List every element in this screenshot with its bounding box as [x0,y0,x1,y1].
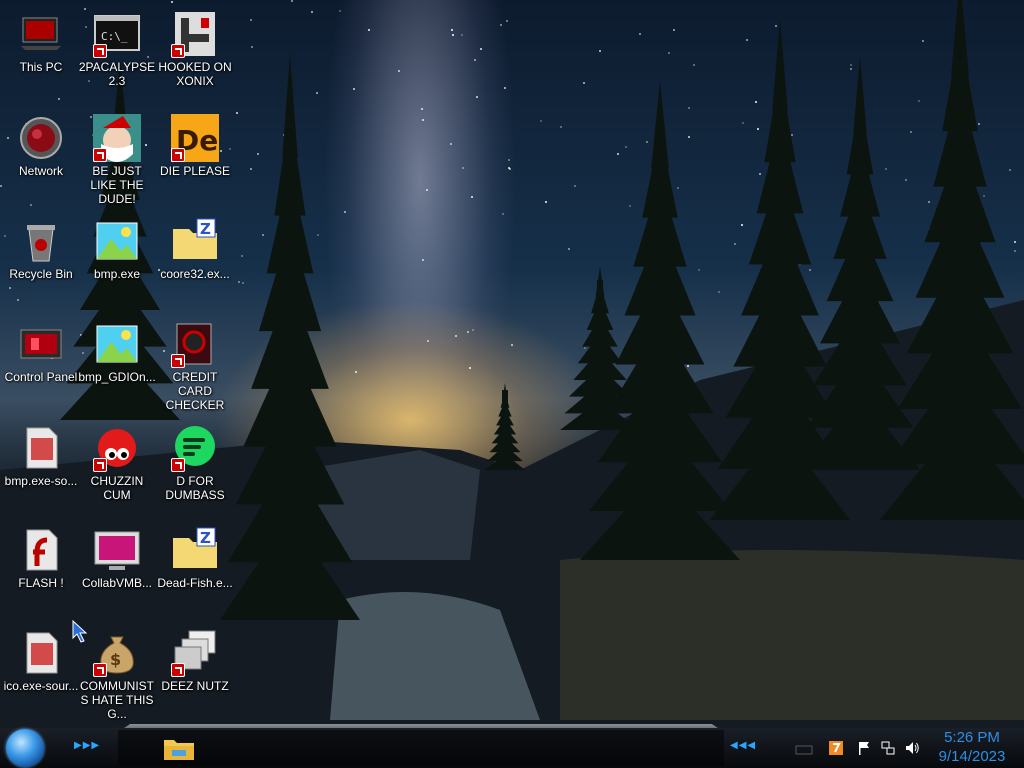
desktop-icon-control-panel[interactable]: Control Panel [2,316,80,416]
desktop-icon-coore32[interactable]: Z coore32.ex... [156,213,234,313]
svg-text:Z: Z [200,220,211,238]
shortcut-arrow-icon [171,354,185,368]
desktop-icon-label: bmp.exe [93,267,141,281]
desktop-icon-label: 2PACALYPSE 2.3 [78,60,156,88]
desktop-icon-dead-fish[interactable]: Z Dead-Fish.e... [156,522,234,622]
shortcut-arrow-icon [93,148,107,162]
desktop-icon-label: D FOR DUMBASS [165,474,225,502]
shortcut-arrow-icon [93,663,107,677]
desktop-icon-ico-exe-source[interactable]: ico.exe-sour... [2,625,80,725]
desktop-icon-label: CHUZZIN CUM [90,474,144,502]
desktop-icon-label: Recycle Bin [9,267,73,281]
desktop-icon-deez-nutz[interactable]: DEEZ NUTZ [156,625,234,725]
zip-folder-icon: Z [171,526,219,574]
network-globe-icon [17,114,65,162]
graphics-card-icon [171,320,219,368]
desktop-icon-bmp-gdion[interactable]: bmp_GDIOn... [78,316,156,416]
desktop-icon-label: CREDIT CARD CHECKER [165,370,225,412]
taskbar-decoration-left: ▶▶▶ [74,740,101,751]
desktop-icon-this-pc[interactable]: This PC [2,6,80,106]
desktop-icon-label: Control Panel [4,370,78,384]
spotify-icon [171,424,219,472]
desktop-icon-label: COMMUNISTS HATE THIS G... [80,679,154,721]
notification-icon[interactable] [794,740,814,756]
de-icon: De [171,114,219,162]
flash-icon [17,526,65,574]
desktop-icon-recycle-bin[interactable]: Recycle Bin [2,213,80,313]
santa-icon [93,114,141,162]
desktop-icon-label: ico.exe-sour... [3,679,79,693]
desktop-icon-label: bmp_GDIOn... [78,370,156,384]
shortcut-arrow-icon [93,458,107,472]
desktop-icon-chuzzin-cum[interactable]: CHUZZIN CUM [78,420,156,520]
desktop-icon-label: HOOKED ON XONIX [158,60,232,88]
desktop-icon-label: CollabVMB... [81,576,153,590]
desktop-icon-network[interactable]: Network [2,110,80,210]
computer-icon [17,10,65,58]
app-tray-icon[interactable] [828,740,844,756]
desktop-icon-flash[interactable]: FLASH ! [2,522,80,622]
chuzzle-icon [93,424,141,472]
desktop-icon-die-please[interactable]: De DIE PLEASE [156,110,234,210]
image-icon [93,217,141,265]
shortcut-arrow-icon [171,663,185,677]
taskbar-decoration-right: ◀◀◀ [730,740,757,751]
flag-icon[interactable] [856,740,872,756]
desktop-icon-2pacalypse[interactable]: C:\_ 2PACALYPSE 2.3 [78,6,156,106]
windows-stack-icon [171,629,219,677]
image-icon [93,320,141,368]
desktop-icon-bmp-exe[interactable]: bmp.exe [78,213,156,313]
file-icon [17,629,65,677]
shortcut-arrow-icon [93,44,107,58]
money-bag-icon: $ [93,629,141,677]
svg-text:$: $ [110,650,121,669]
clock-date: 9/14/2023 [938,748,1006,765]
zip-folder-icon: Z [171,217,219,265]
network-icon[interactable] [880,740,896,756]
file-explorer-icon[interactable] [162,732,196,764]
taskbar-clock[interactable]: 5:26 PM 9/14/2023 [924,728,1020,768]
desktop-icon-label: FLASH ! [18,576,64,590]
monitor-icon [93,526,141,574]
desktop-icon-label: Network [18,164,63,178]
clock-time: 5:26 PM [944,729,1000,746]
svg-text:Z: Z [200,529,211,547]
desktop-icon-credit-card-checker[interactable]: CREDIT CARD CHECKER [156,316,234,416]
desktop-icon-label: bmp.exe-so... [4,474,78,488]
file-icon [17,424,65,472]
shortcut-arrow-icon [171,44,185,58]
desktop-icon-hooked-on-xonix[interactable]: HOOKED ON XONIX [156,6,234,106]
volume-icon[interactable] [904,740,920,756]
start-orb-icon[interactable] [6,729,44,767]
mouse-cursor-icon [72,619,92,648]
svg-text:C:\_: C:\_ [101,30,128,43]
desktop-icon-bmp-exe-source[interactable]: bmp.exe-so... [2,420,80,520]
desktop-icon-d-for-dumbass[interactable]: D FOR DUMBASS [156,420,234,520]
desktop-icon-label: BE JUST LIKE THE DUDE! [90,164,144,206]
desktop-icon-label: coore32.ex... [160,267,230,281]
recycle-bin-icon [17,217,65,265]
terminal-icon: C:\_ [93,10,141,58]
shortcut-arrow-icon [171,458,185,472]
control-panel-icon [17,320,65,368]
desktop-icon-label: Dead-Fish.e... [157,576,233,590]
desktop-icon-collabvmb[interactable]: CollabVMB... [78,522,156,622]
desktop-icon-be-just-like-the-dude[interactable]: BE JUST LIKE THE DUDE! [78,110,156,210]
desktop-icon-label: This PC [19,60,63,74]
desktop-icon-label: DEEZ NUTZ [161,679,229,693]
xonix-icon [171,10,219,58]
shortcut-arrow-icon [171,148,185,162]
taskbar-task-area [118,730,724,766]
desktop-icon-label: DIE PLEASE [159,164,231,178]
